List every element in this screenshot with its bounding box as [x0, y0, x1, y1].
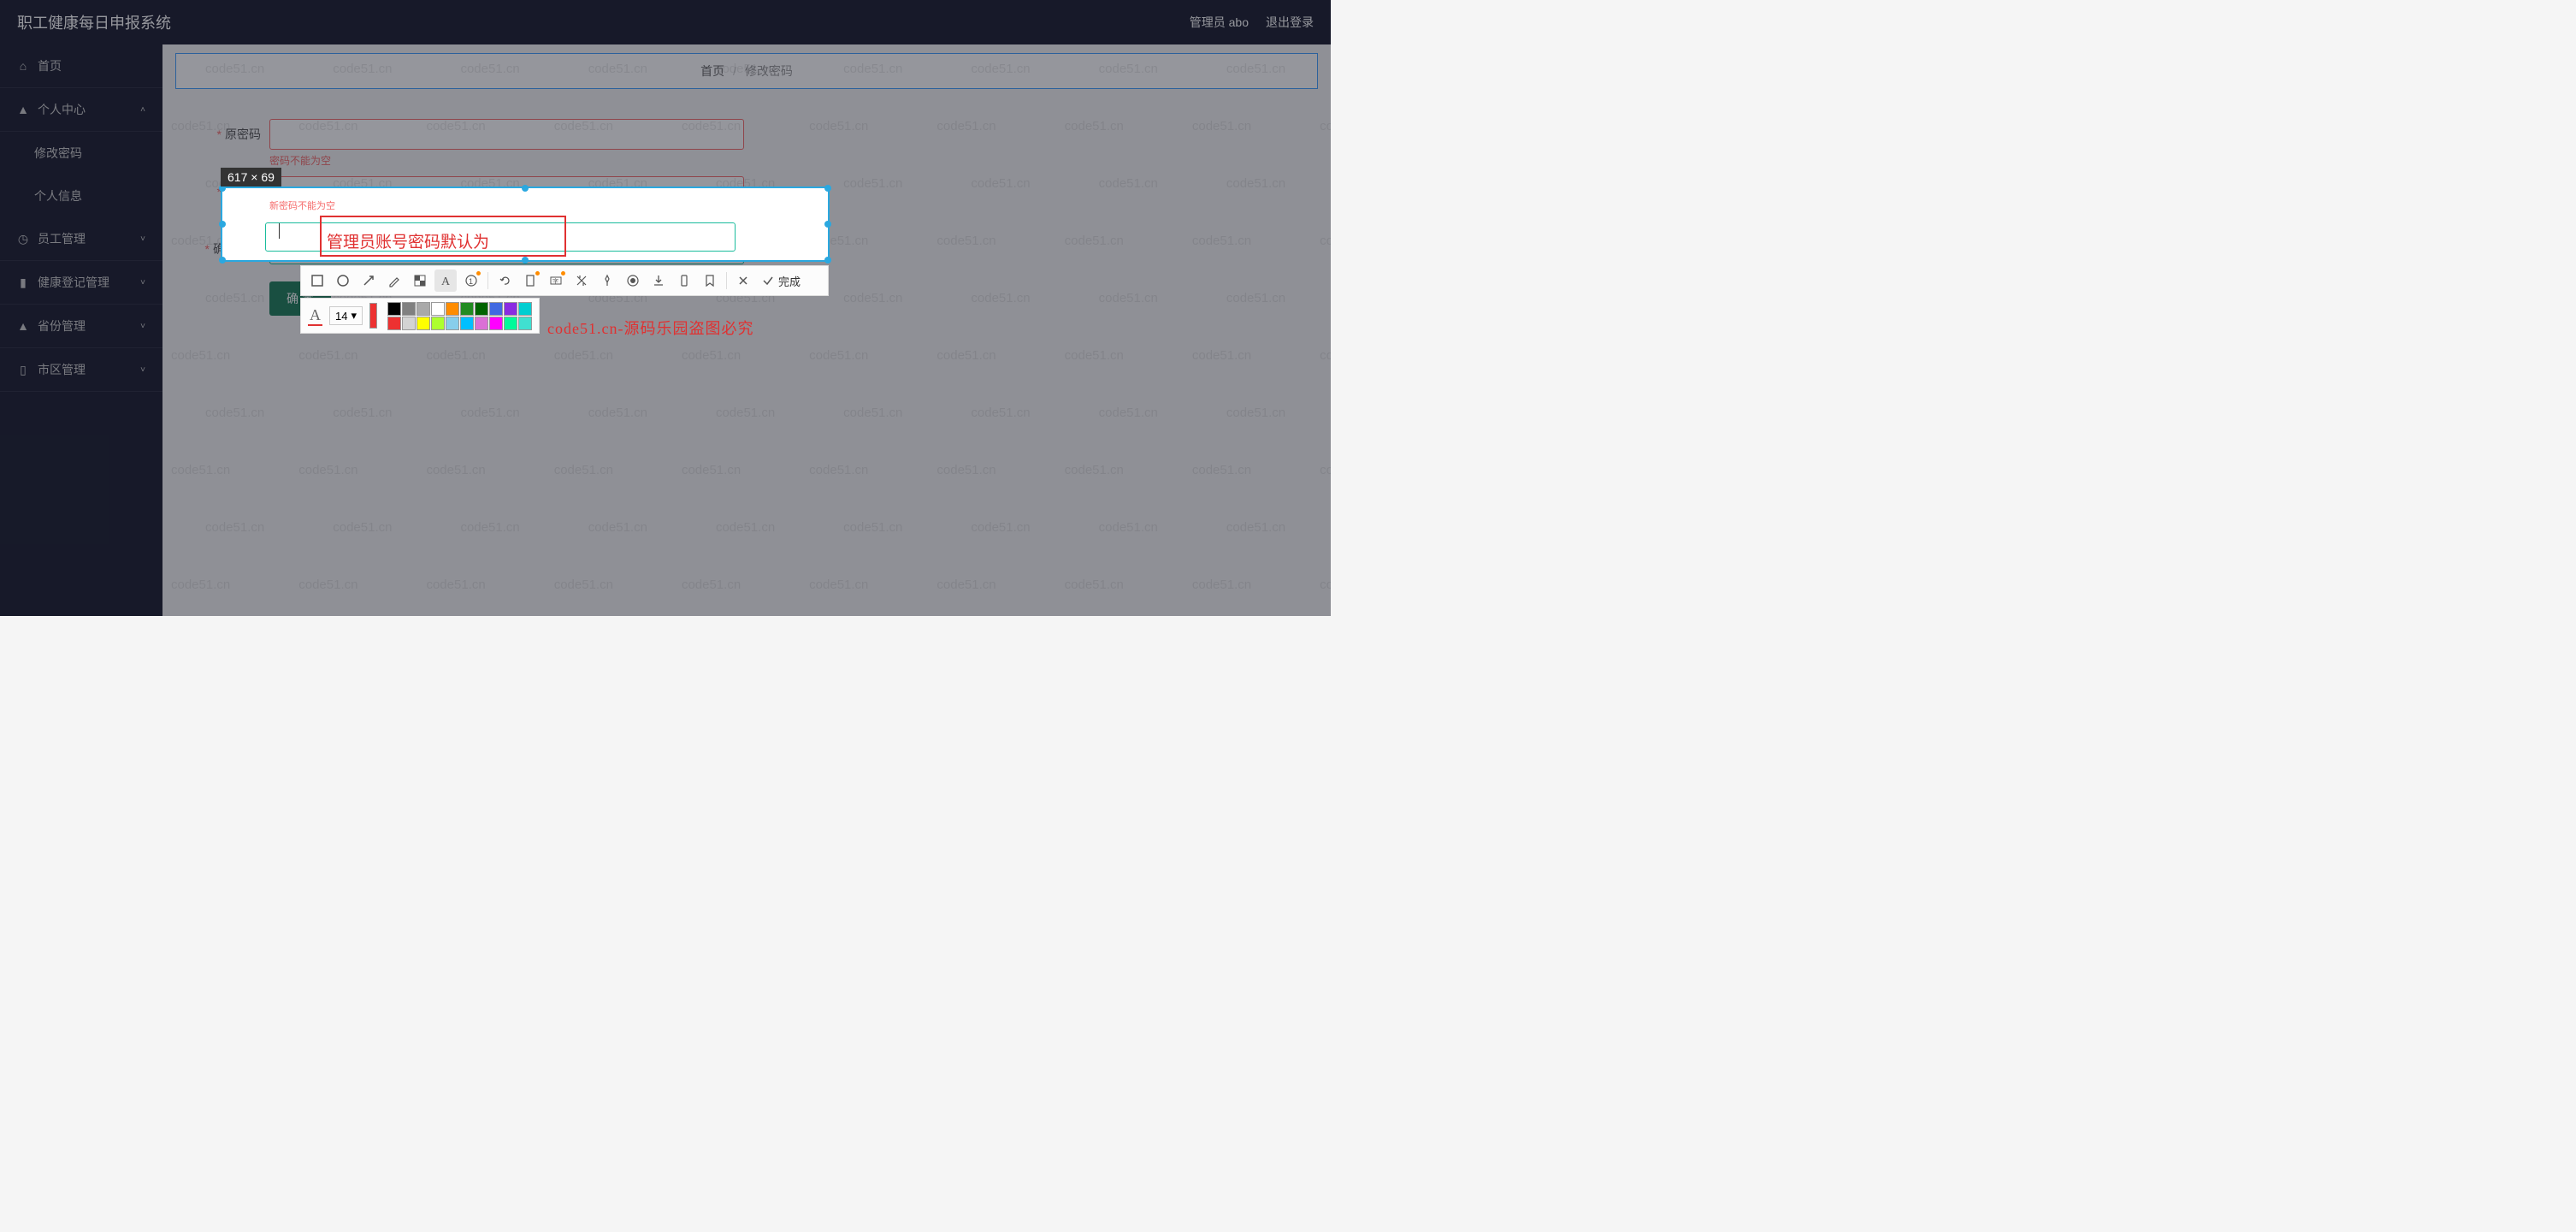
color-palette — [387, 302, 532, 330]
svg-text:字: 字 — [552, 277, 558, 285]
tool-mosaic[interactable] — [409, 270, 431, 292]
color-swatch[interactable] — [489, 317, 503, 330]
dim-overlay — [0, 0, 1331, 616]
tool-pin[interactable] — [596, 270, 618, 292]
color-swatch[interactable] — [446, 317, 459, 330]
color-swatch[interactable] — [417, 302, 430, 316]
color-swatch[interactable] — [431, 302, 445, 316]
svg-text:1: 1 — [469, 277, 473, 286]
tool-translate[interactable] — [570, 270, 593, 292]
tool-arrow[interactable] — [357, 270, 380, 292]
tool-undo[interactable] — [493, 270, 516, 292]
color-swatch[interactable] — [475, 317, 488, 330]
tool-done[interactable]: 完成 — [758, 273, 804, 289]
color-swatch[interactable] — [504, 302, 517, 316]
red-watermark: code51.cn-源码乐园盗图必究 — [547, 317, 753, 339]
tool-download[interactable] — [647, 270, 670, 292]
color-swatch[interactable] — [431, 317, 445, 330]
tool-pen[interactable] — [383, 270, 405, 292]
text-annotation-content[interactable]: 管理员账号密码默认为 — [327, 229, 489, 252]
tool-record[interactable] — [622, 270, 644, 292]
tool-counter[interactable]: 1 — [460, 270, 482, 292]
color-swatch[interactable] — [402, 317, 416, 330]
color-swatch[interactable] — [489, 302, 503, 316]
selection-size-badge: 617 × 69 — [221, 168, 281, 187]
color-swatch[interactable] — [475, 302, 488, 316]
color-swatch[interactable] — [387, 302, 401, 316]
color-swatch[interactable] — [460, 317, 474, 330]
text-tool-panel: A 14 ▾ — [300, 298, 540, 334]
tool-cancel[interactable] — [732, 270, 754, 292]
color-swatch[interactable] — [518, 317, 532, 330]
color-swatch[interactable] — [417, 317, 430, 330]
color-swatch[interactable] — [518, 302, 532, 316]
screenshot-toolbar: A 1 字 完成 — [300, 265, 829, 296]
tool-ocr[interactable]: 字 — [545, 270, 567, 292]
tool-rect[interactable] — [306, 270, 328, 292]
font-size-select[interactable]: 14 ▾ — [329, 306, 363, 325]
color-swatch[interactable] — [402, 302, 416, 316]
selected-color[interactable] — [369, 303, 377, 329]
color-swatch[interactable] — [504, 317, 517, 330]
color-swatch[interactable] — [387, 317, 401, 330]
tool-long-screenshot[interactable] — [519, 270, 541, 292]
tool-phone[interactable] — [673, 270, 695, 292]
tool-circle[interactable] — [332, 270, 354, 292]
color-swatch[interactable] — [460, 302, 474, 316]
color-swatch[interactable] — [446, 302, 459, 316]
tool-text[interactable]: A — [434, 270, 457, 292]
font-indicator: A — [308, 306, 322, 326]
dropdown-icon: ▾ — [351, 309, 357, 323]
svg-text:A: A — [441, 275, 451, 288]
tool-bookmark[interactable] — [699, 270, 721, 292]
